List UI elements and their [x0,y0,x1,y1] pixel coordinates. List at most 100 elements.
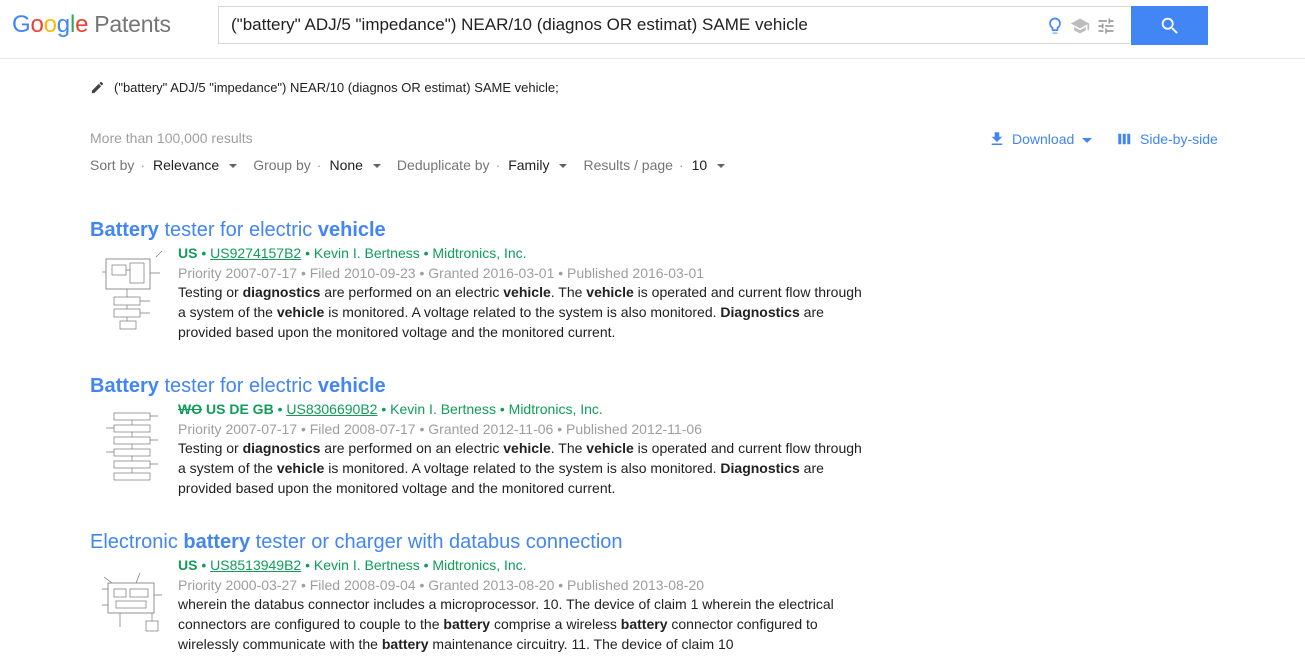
results-count: More than 100,000 results [90,130,253,146]
download-label: Download [1012,131,1075,147]
snippet-line: wherein the databus connector includes a… [178,594,878,614]
text-segment: a system of the [178,460,277,476]
patent-number-link[interactable]: US8306690B2 [286,401,377,417]
dedup-value: Family [508,157,550,173]
text-segment: wherein the databus connector includes a… [178,596,834,612]
product-name: Patents [94,11,171,37]
patent-number-link[interactable]: US8513949B2 [210,557,301,573]
text-segment: Electronic [90,531,184,553]
highlighted-term: Battery [90,219,159,241]
download-button[interactable]: Download [988,130,1093,148]
separator: · [316,157,322,173]
highlighted-term: Battery [90,375,159,397]
highlighted-term: vehicle [317,375,386,397]
result-meta: US • US9274157B2 • Kevin I. Bertness • M… [178,245,527,261]
text-segment: provided based upon the monitored voltag… [178,480,616,496]
highlighted-term: vehicle [586,284,634,300]
lightbulb-icon[interactable] [1045,16,1065,36]
separator: · [678,157,684,173]
caret-down-icon [717,164,726,168]
highlighted-term: battery [443,616,491,632]
caret-down-icon [372,164,381,168]
highlighted-term: battery [620,616,668,632]
search-button[interactable] [1131,6,1208,45]
snippet-line: a system of the vehicle is monitored. A … [178,458,878,478]
deduplicate-dropdown[interactable]: Deduplicate by · Family [397,157,568,173]
result-item: Battery tester for electric vehicle US •… [90,219,862,340]
assignee: Midtronics, Inc. [508,401,603,417]
highlighted-term: battery [183,531,251,553]
highlighted-term: vehicle [276,304,325,320]
patent-number-link[interactable]: US9274157B2 [210,245,301,261]
patent-drawing-thumbnail[interactable] [100,559,166,645]
result-title[interactable]: Battery tester for electric vehicle [90,219,386,242]
query-text: ("battery" ADJ/5 "impedance") NEAR/10 (d… [114,80,559,95]
caret-down-icon [229,164,238,168]
group-label: Group by [253,157,311,173]
text-segment: provided based upon the monitored voltag… [178,324,616,340]
text-segment: tester for electric [158,375,318,397]
snippet-line: connectors are configured to couple to t… [178,614,878,634]
text-segment: is operated and current flow through [633,440,862,456]
highlighted-term: diagnostics [242,440,321,456]
text-segment: are performed on an electric [320,440,504,456]
text-segment: . The [550,440,587,456]
sort-by-dropdown[interactable]: Sort by · Relevance [90,157,238,173]
result-dates: Priority 2007-07-17 • Filed 2010-09-23 •… [178,265,705,281]
result-title[interactable]: Electronic battery tester or charger wit… [90,531,623,554]
highlighted-term: vehicle [276,460,325,476]
scholar-icon[interactable] [1070,16,1090,36]
text-segment: is monitored. A voltage related to the s… [324,304,721,320]
highlighted-term: battery [381,636,429,652]
snippet-line: wirelessly communicate with the battery … [178,634,878,654]
result-snippet: Testing or diagnostics are performed on … [178,438,878,498]
assignee: Midtronics, Inc. [432,557,527,573]
top-bar: Google Patents [0,0,1305,59]
dedup-label: Deduplicate by [396,157,490,173]
caret-down-icon [559,164,568,168]
text-segment: connector configured to [667,616,818,632]
inventor: Kevin I. Bertness [313,557,420,573]
highlighted-term: Diagnostics [720,304,800,320]
tune-icon[interactable] [1096,16,1116,36]
result-item: Battery tester for electric vehicle WO U… [90,375,862,496]
text-segment: Testing or [178,440,243,456]
side-by-side-label: Side-by-side [1140,131,1218,147]
group-by-dropdown[interactable]: Group by · None [253,157,381,173]
text-segment: is operated and current flow through [633,284,862,300]
google-patents-logo[interactable]: Google Patents [12,11,171,39]
text-segment: Testing or [178,284,243,300]
text-segment: a system of the [178,304,277,320]
highlighted-term: vehicle [317,219,386,241]
inventor: Kevin I. Bertness [313,245,420,261]
text-segment: tester for electric [158,219,318,241]
search-input[interactable] [231,7,1031,43]
snippet-line: a system of the vehicle is monitored. A … [178,302,878,322]
text-segment: connectors are configured to couple to t… [178,616,444,632]
results-per-page-dropdown[interactable]: Results / page · 10 [583,157,726,173]
result-meta: US • US8513949B2 • Kevin I. Bertness • M… [178,557,527,573]
columns-icon [1118,133,1131,145]
text-segment: are [799,460,824,476]
result-snippet: wherein the databus connector includes a… [178,594,878,654]
country-codes: US [178,245,198,261]
text-segment: . The [550,284,587,300]
result-title[interactable]: Battery tester for electric vehicle [90,375,386,398]
query-summary[interactable]: ("battery" ADJ/5 "impedance") NEAR/10 (d… [90,80,559,95]
patent-drawing-thumbnail[interactable] [100,247,166,333]
text-segment: tester or charger with databus connectio… [250,531,623,553]
text-segment: maintenance circuitry. 11. The device of… [428,636,734,652]
download-icon [991,132,1003,145]
sort-value: Relevance [153,157,220,173]
country-codes: US DE GB [206,401,274,417]
side-by-side-button[interactable]: Side-by-side [1116,130,1218,148]
text-segment: is monitored. A voltage related to the s… [324,460,721,476]
patent-drawing-thumbnail[interactable] [100,403,166,489]
snippet-line: Testing or diagnostics are performed on … [178,282,878,302]
highlighted-term: vehicle [503,440,551,456]
country-codes-struck: WO [178,401,203,417]
search-icon [1161,17,1178,34]
result-snippet: Testing or diagnostics are performed on … [178,282,878,342]
pencil-icon[interactable] [90,80,105,95]
highlighted-term: vehicle [586,440,634,456]
